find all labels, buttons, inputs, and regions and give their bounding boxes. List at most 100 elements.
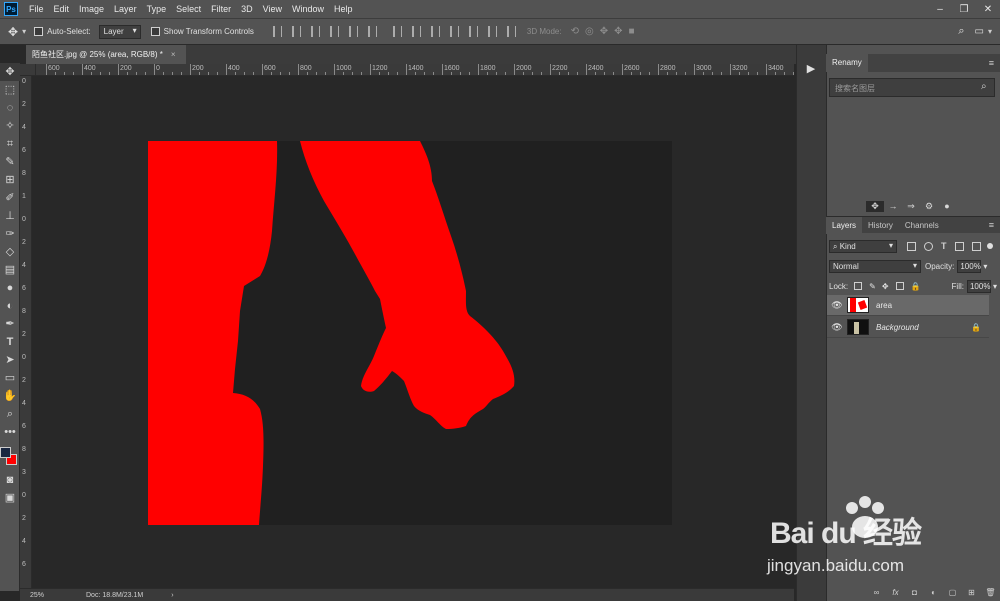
healing-brush-tool-icon[interactable]: ⊞ (0, 171, 20, 189)
lock-position-icon[interactable]: ✥ (882, 282, 889, 291)
eyedropper-tool-icon[interactable]: ✎ (0, 153, 20, 171)
document-image[interactable] (148, 141, 672, 525)
blend-mode-dropdown[interactable]: Normal (829, 259, 921, 273)
tool-preset-chevron-icon[interactable]: ▾ (22, 27, 26, 36)
add-mask-icon[interactable]: ◘ (905, 588, 924, 597)
menu-image[interactable]: Image (74, 4, 109, 14)
brush-tool-icon[interactable]: ✐ (0, 189, 20, 207)
tab-history[interactable]: History (862, 217, 899, 234)
menu-view[interactable]: View (258, 4, 287, 14)
menu-type[interactable]: Type (142, 4, 172, 14)
rectangle-tool-icon[interactable]: ▭ (0, 369, 20, 387)
distribute-bottom-icon[interactable] (430, 26, 440, 37)
menu-select[interactable]: Select (171, 4, 206, 14)
distribute-top-icon[interactable] (392, 26, 402, 37)
marquee-tool-icon[interactable]: ⬚ (0, 81, 20, 99)
search-icon[interactable]: ⌕ (958, 25, 964, 38)
workspace-chevron-icon[interactable]: ▾ (988, 27, 992, 36)
layer-style-icon[interactable]: fx (886, 588, 905, 597)
lock-artboard-icon[interactable] (895, 282, 904, 290)
crop-tool-icon[interactable]: ⌗ (0, 135, 20, 153)
move-tool-icon[interactable]: ✥ (8, 25, 18, 39)
menu-file[interactable]: File (24, 4, 49, 14)
visibility-eye-icon[interactable]: 👁 (827, 322, 847, 333)
tab-layers[interactable]: Layers (826, 216, 863, 234)
fill-input[interactable]: 100% (966, 279, 991, 293)
delete-layer-icon[interactable]: 🗑 (981, 588, 1000, 597)
adjustment-layer-icon[interactable]: ◐ (924, 588, 943, 597)
3d-slide-icon[interactable]: ✥ (614, 26, 622, 37)
hand-tool-icon[interactable]: ✋ (0, 387, 20, 405)
document-tab[interactable]: 陌鱼社区.jpg @ 25% (area, RGB/8) * × (26, 45, 186, 64)
layer-name[interactable]: area (876, 301, 892, 310)
align-left-icon[interactable] (329, 26, 339, 37)
info-icon[interactable]: ● (938, 201, 956, 211)
settings-gear-icon[interactable]: ⚙ (920, 201, 938, 212)
layer-row-background[interactable]: 👁 Background 🔒 (827, 317, 989, 338)
menu-3d[interactable]: 3D (236, 4, 258, 14)
lasso-tool-icon[interactable]: ◌ (0, 99, 20, 117)
filter-toggle-icon[interactable] (986, 243, 993, 249)
pen-tool-icon[interactable]: ✒ (0, 315, 20, 333)
auto-select-dropdown[interactable]: Layer (98, 24, 141, 39)
align-hcenter-icon[interactable] (348, 26, 358, 37)
panel-menu-icon[interactable]: ≡ (989, 58, 994, 68)
layer-search-input[interactable]: 搜索名图层 (829, 78, 995, 97)
history-brush-tool-icon[interactable]: ✑ (0, 225, 20, 243)
layer-name[interactable]: Background (876, 323, 919, 332)
menu-edit[interactable]: Edit (49, 4, 75, 14)
path-selection-tool-icon[interactable]: ➤ (0, 351, 20, 369)
restore-button[interactable]: ❐ (952, 4, 976, 15)
lock-all-icon[interactable]: 🔒 (911, 282, 921, 291)
foreground-color-swatch[interactable] (0, 447, 11, 458)
align-top-icon[interactable] (272, 26, 282, 37)
tab-channels[interactable]: Channels (899, 217, 945, 234)
lock-transparent-icon[interactable] (854, 282, 863, 290)
close-window-button[interactable]: ✕ (976, 4, 1000, 15)
show-transform-checkbox[interactable] (150, 27, 160, 36)
zoom-tool-icon[interactable]: ⌕ (0, 405, 20, 423)
shape-filter-icon[interactable] (954, 241, 964, 251)
distribute-vcenter-icon[interactable] (411, 26, 421, 37)
workspace-icon[interactable]: ▭ (975, 26, 984, 37)
new-group-icon[interactable]: ▢ (943, 588, 962, 597)
fill-chevron-icon[interactable]: ▾ (993, 282, 997, 291)
menu-window[interactable]: Window (287, 4, 329, 14)
blur-tool-icon[interactable]: ● (0, 279, 20, 297)
zoom-level[interactable]: 25% (30, 592, 80, 599)
quick-mask-icon[interactable]: ◙ (0, 471, 20, 489)
align-right-icon[interactable] (367, 26, 377, 37)
distribute-right-icon[interactable] (487, 26, 497, 37)
screen-mode-icon[interactable]: ▣ (0, 489, 20, 507)
3d-camera-icon[interactable]: ■ (629, 26, 635, 37)
arrow-right-icon[interactable]: → (884, 201, 902, 211)
minimize-button[interactable]: – (928, 4, 952, 15)
menu-filter[interactable]: Filter (206, 4, 236, 14)
type-tool-icon[interactable]: T (0, 333, 20, 351)
smart-object-filter-icon[interactable] (971, 241, 981, 251)
auto-align-icon[interactable] (506, 26, 516, 37)
move-cursor-icon[interactable]: ✥ (866, 200, 884, 212)
menu-layer[interactable]: Layer (109, 4, 142, 14)
pixel-filter-icon[interactable] (907, 241, 916, 251)
type-filter-icon[interactable]: T (941, 241, 947, 251)
menu-help[interactable]: Help (329, 4, 358, 14)
kind-filter-dropdown[interactable]: ⌕ Kind (829, 239, 897, 253)
align-vcenter-icon[interactable] (291, 26, 301, 37)
3d-orbit-icon[interactable]: ⟲ (571, 26, 579, 37)
double-arrow-icon[interactable]: ⇒ (902, 201, 920, 212)
layer-search-icon[interactable]: ⌕ (981, 81, 987, 92)
distribute-hcenter-icon[interactable] (468, 26, 478, 37)
3d-roll-icon[interactable]: ◎ (585, 26, 594, 37)
link-layers-icon[interactable]: ∞ (867, 588, 886, 597)
layer-row-area[interactable]: 👁 area (827, 295, 989, 316)
renamy-tab[interactable]: Renamy (826, 54, 868, 72)
magic-wand-tool-icon[interactable]: ✧ (0, 117, 20, 135)
adjustment-filter-icon[interactable] (924, 241, 933, 251)
opacity-chevron-icon[interactable]: ▾ (983, 262, 987, 271)
align-bottom-icon[interactable] (310, 26, 320, 37)
play-icon[interactable]: ▶ (800, 60, 822, 78)
clone-stamp-tool-icon[interactable]: ⊥ (0, 207, 20, 225)
eraser-tool-icon[interactable]: ◇ (0, 243, 20, 261)
gradient-tool-icon[interactable]: ▤ (0, 261, 20, 279)
